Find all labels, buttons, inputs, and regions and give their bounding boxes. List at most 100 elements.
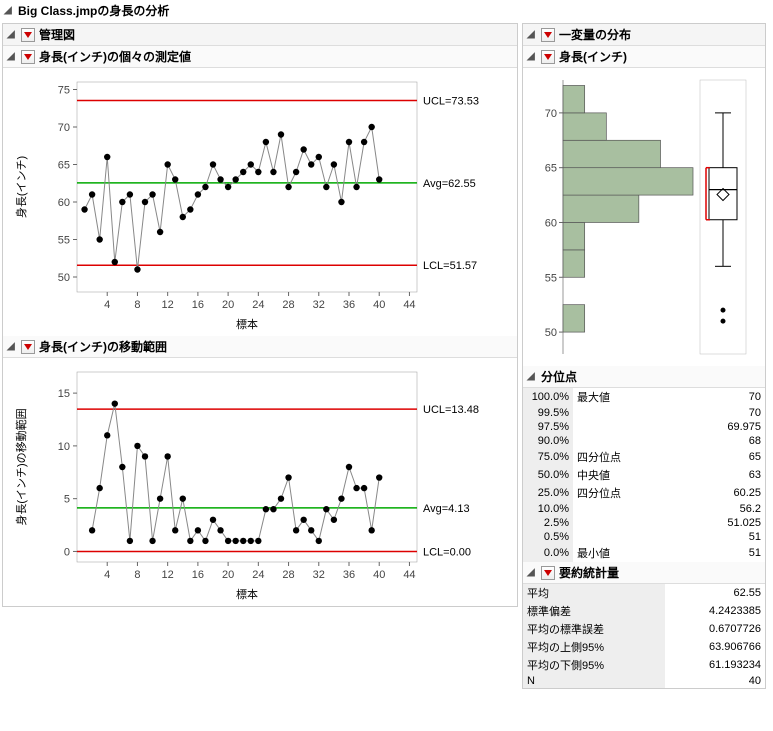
svg-text:身長(インチ)の移動範囲: 身長(インチ)の移動範囲	[14, 408, 28, 525]
panel-title: 一変量の分布	[559, 26, 631, 43]
svg-text:65: 65	[58, 160, 70, 172]
moving-range-chart[interactable]: 05101548121620242832364044標本身長(インチ)の移動範囲…	[3, 358, 517, 606]
quantile-label	[573, 434, 680, 448]
svg-text:LCL=51.57: LCL=51.57	[423, 260, 477, 272]
svg-text:UCL=73.53: UCL=73.53	[423, 96, 479, 108]
svg-text:16: 16	[192, 299, 204, 311]
disclosure-icon[interactable]: ◢	[527, 51, 539, 62]
quantile-label: 四分位点	[573, 484, 680, 502]
sub-title: 身長(インチ)	[559, 48, 627, 65]
svg-text:LCL=0.00: LCL=0.00	[423, 546, 471, 558]
quantile-pct: 2.5%	[523, 516, 573, 530]
quantile-label	[573, 516, 680, 530]
quantile-value: 56.2	[680, 502, 765, 516]
svg-text:65: 65	[545, 163, 557, 175]
menu-dropdown-icon[interactable]	[21, 28, 35, 42]
stat-value: 63.906766	[665, 638, 765, 656]
quantile-value: 70	[680, 388, 765, 406]
svg-text:4: 4	[104, 569, 110, 581]
svg-text:28: 28	[282, 569, 294, 581]
quantile-value: 51	[680, 544, 765, 562]
stat-label: 平均の標準誤差	[523, 620, 665, 638]
stat-label: 標準偏差	[523, 602, 665, 620]
quantile-value: 51.025	[680, 516, 765, 530]
stat-value: 0.6707726	[665, 620, 765, 638]
individual-chart[interactable]: 50556065707548121620242832364044標本身長(インチ…	[3, 68, 517, 336]
disclosure-icon[interactable]: ◢	[7, 51, 19, 62]
disclosure-icon[interactable]: ◢	[7, 29, 19, 40]
svg-text:8: 8	[134, 569, 140, 581]
quantile-label: 最大値	[573, 388, 680, 406]
menu-dropdown-icon[interactable]	[541, 28, 555, 42]
svg-text:32: 32	[313, 569, 325, 581]
quantile-value: 51	[680, 530, 765, 544]
quantile-value: 60.25	[680, 484, 765, 502]
svg-text:40: 40	[373, 299, 385, 311]
menu-dropdown-icon[interactable]	[21, 340, 35, 354]
quantile-label	[573, 420, 680, 434]
svg-text:36: 36	[343, 569, 355, 581]
svg-text:10: 10	[58, 441, 70, 453]
panel-title: 管理図	[39, 26, 75, 43]
quantile-value: 70	[680, 406, 765, 420]
summary-title: 要約統計量	[559, 564, 619, 581]
disclosure-icon[interactable]: ◢	[4, 5, 16, 16]
stat-label: 平均の上側95%	[523, 638, 665, 656]
quantile-label	[573, 502, 680, 516]
svg-text:60: 60	[58, 197, 70, 209]
quantile-pct: 90.0%	[523, 434, 573, 448]
distribution-panel: ◢ 一変量の分布 ◢ 身長(インチ) 5055606570 ◢ 分位点 100.…	[522, 23, 766, 689]
quantile-value: 63	[680, 466, 765, 484]
stat-value: 40	[665, 674, 765, 688]
quantile-pct: 0.5%	[523, 530, 573, 544]
svg-text:55: 55	[58, 235, 70, 247]
disclosure-icon[interactable]: ◢	[527, 567, 539, 578]
svg-text:36: 36	[343, 299, 355, 311]
menu-dropdown-icon[interactable]	[21, 50, 35, 64]
svg-text:70: 70	[58, 122, 70, 134]
histogram-boxplot[interactable]: 5055606570	[523, 68, 765, 366]
quantiles-title: 分位点	[541, 368, 577, 385]
control-charts-panel: ◢ 管理図 ◢ 身長(インチ)の個々の測定値 50556065707548121…	[2, 23, 518, 607]
quantile-pct: 0.0%	[523, 544, 573, 562]
svg-text:UCL=13.48: UCL=13.48	[423, 404, 479, 416]
disclosure-icon[interactable]: ◢	[7, 341, 19, 352]
stat-value: 61.193234	[665, 656, 765, 674]
menu-dropdown-icon[interactable]	[541, 50, 555, 64]
chart2-title: 身長(インチ)の移動範囲	[39, 338, 167, 355]
svg-text:5: 5	[64, 494, 70, 506]
quantile-label	[573, 530, 680, 544]
svg-text:40: 40	[373, 569, 385, 581]
quantile-label: 最小値	[573, 544, 680, 562]
quantile-pct: 75.0%	[523, 448, 573, 466]
svg-text:12: 12	[162, 569, 174, 581]
svg-text:55: 55	[545, 272, 557, 284]
stat-label: 平均	[523, 584, 665, 602]
stat-label: N	[523, 674, 665, 688]
quantiles-table: 100.0%最大値7099.5%7097.5%69.97590.0%6875.0…	[523, 388, 765, 562]
menu-dropdown-icon[interactable]	[541, 566, 555, 580]
disclosure-icon[interactable]: ◢	[527, 371, 539, 382]
svg-text:身長(インチ): 身長(インチ)	[14, 156, 28, 218]
svg-text:12: 12	[162, 299, 174, 311]
quantile-pct: 10.0%	[523, 502, 573, 516]
summary-table: 平均62.55標準偏差4.2423385平均の標準誤差0.6707726平均の上…	[523, 584, 765, 688]
quantile-label	[573, 406, 680, 420]
svg-text:Avg=4.13: Avg=4.13	[423, 503, 470, 515]
svg-text:24: 24	[252, 299, 264, 311]
svg-text:60: 60	[545, 217, 557, 229]
quantile-value: 68	[680, 434, 765, 448]
svg-text:20: 20	[222, 569, 234, 581]
svg-text:32: 32	[313, 299, 325, 311]
svg-text:15: 15	[58, 388, 70, 400]
svg-text:標本: 標本	[236, 587, 258, 601]
svg-text:75: 75	[58, 85, 70, 97]
svg-text:標本: 標本	[236, 317, 258, 331]
svg-text:70: 70	[545, 108, 557, 120]
quantile-pct: 25.0%	[523, 484, 573, 502]
report-title-bar: ◢ Big Class.jmpの身長の分析	[0, 0, 773, 21]
svg-text:4: 4	[104, 299, 110, 311]
disclosure-icon[interactable]: ◢	[527, 29, 539, 40]
quantile-value: 65	[680, 448, 765, 466]
quantile-pct: 99.5%	[523, 406, 573, 420]
